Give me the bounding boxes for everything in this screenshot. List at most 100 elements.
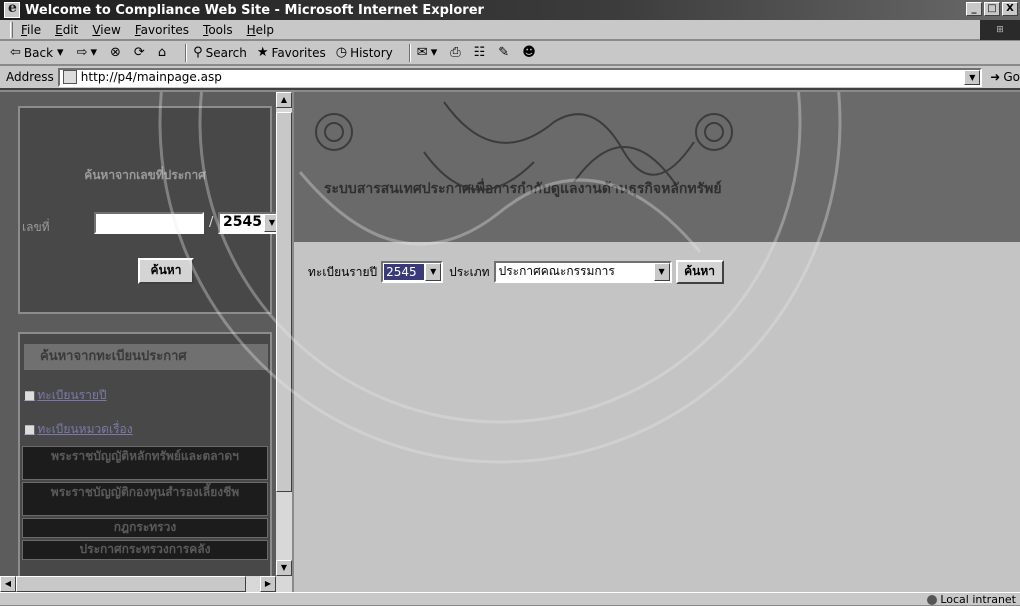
scroll-thumb[interactable] (276, 112, 292, 492)
messenger-icon: ☻ (522, 45, 536, 60)
ie-logo-icon (4, 0, 20, 18)
scroll-up-icon[interactable]: ▲ (276, 92, 292, 108)
favorites-icon: ★ (256, 45, 269, 60)
number-search-panel: ค้นหาจากเลขที่ประกาศ เลขที่ / 2545 ▼ ค้น… (18, 106, 282, 314)
go-arrow-icon: ➜ (990, 70, 1001, 84)
discuss-button[interactable]: ☷ (474, 45, 489, 60)
windows-throbber-icon: ⊞ (980, 20, 1020, 40)
toolbar-separator (185, 43, 188, 62)
type-dropdown-icon[interactable]: ▼ (653, 263, 670, 281)
go-button[interactable]: ➜ Go (990, 70, 1020, 84)
mail-icon: ✉ (416, 45, 428, 60)
history-icon: ◷ (335, 45, 348, 60)
edit-pencil-icon: ✎ (498, 45, 510, 60)
back-dropdown-icon: ▾ (57, 45, 64, 60)
menu-view[interactable]: View (92, 23, 120, 37)
go-label: Go (1003, 70, 1020, 84)
menu-grip (10, 21, 13, 38)
register-filter-form: ทะเบียนรายปี 2545 ▼ ประเภท ประกาศคณะกรรม… (308, 260, 724, 284)
register-year-select[interactable]: 2545 ▼ (381, 261, 444, 283)
title-bar: Welcome to Compliance Web Site - Microso… (0, 0, 1020, 20)
type-select[interactable]: ประกาศคณะกรรมการ ▼ (493, 261, 672, 283)
refresh-icon: ⟳ (133, 45, 145, 60)
address-label: Address (6, 70, 54, 84)
finance-ministry-notice-cell[interactable]: ประกาศกระทรวงการคลัง (22, 540, 268, 560)
address-bar: Address http://p4/mainpage.asp ▼ ➜ Go (0, 66, 1020, 90)
menu-file[interactable]: File (21, 23, 41, 37)
page-content: ค้นหาจากเลขที่ประกาศ เลขที่ / 2545 ▼ ค้น… (0, 92, 1020, 592)
history-label: History (350, 45, 393, 60)
favorites-label: Favorites (271, 45, 326, 60)
type-select-value: ประกาศคณะกรรมการ (498, 264, 615, 278)
h-scroll-thumb[interactable] (16, 576, 246, 592)
stop-icon: ⊗ (110, 45, 121, 60)
address-url: http://p4/mainpage.asp (80, 70, 222, 84)
provident-fund-act-cell[interactable]: พระราชบัญญัติกองทุนสำรองเลี้ยงชีพ (22, 482, 268, 516)
page-icon (62, 70, 77, 84)
close-button[interactable]: X (1002, 2, 1018, 16)
link-yearly-register[interactable]: ทะเบียนรายปี (24, 386, 106, 405)
address-dropdown-icon[interactable]: ▼ (964, 69, 981, 85)
maximize-button[interactable]: □ (984, 2, 1000, 16)
forward-arrow-icon: ⇨ (76, 45, 88, 60)
ministerial-regulation-cell[interactable]: กฎกระทรวง (22, 518, 268, 538)
edit-button[interactable]: ✎ (498, 45, 512, 60)
toolbar: ⇦ Back ▾ ⇨ ▾ ⊗ ⟳ ⌂ ⚲ Search ★ Favorites … (0, 41, 1020, 65)
address-input[interactable]: http://p4/mainpage.asp ▼ (57, 67, 983, 87)
window-title: Welcome to Compliance Web Site - Microso… (25, 2, 484, 18)
yearly-register-label: ทะเบียนรายปี (308, 264, 378, 279)
number-search-title: ค้นหาจากเลขที่ประกาศ (84, 168, 206, 182)
register-year-dropdown-icon[interactable]: ▼ (425, 263, 442, 281)
mail-dropdown-icon: ▾ (430, 45, 438, 60)
menu-help[interactable]: Help (247, 23, 274, 37)
minimize-button[interactable]: _ (966, 2, 982, 16)
stop-button[interactable]: ⊗ (110, 45, 124, 60)
left-frame: ค้นหาจากเลขที่ประกาศ เลขที่ / 2545 ▼ ค้น… (0, 92, 292, 592)
header-banner: ระบบสารสนเทศประกาศเพื่อการกำกับดูแลงานด้… (294, 92, 1020, 242)
mail-button[interactable]: ✉ ▾ (417, 45, 440, 60)
scroll-down-icon[interactable]: ▼ (276, 560, 292, 576)
menu-bar: File Edit View Favorites Tools Help ⊞ (0, 20, 1020, 40)
home-button[interactable]: ⌂ (158, 45, 169, 60)
print-button[interactable]: ⎙ (450, 45, 463, 60)
number-search-button[interactable]: ค้นหา (138, 258, 194, 284)
search-button[interactable]: ⚲ Search (193, 45, 247, 60)
discuss-icon: ☷ (473, 45, 486, 60)
menu-favorites[interactable]: Favorites (135, 23, 189, 37)
print-icon: ⎙ (450, 45, 461, 60)
status-bar: Local intranet (0, 592, 1020, 606)
messenger-button[interactable]: ☻ (522, 45, 539, 60)
zone-label: Local intranet (940, 593, 1016, 606)
securities-act-cell[interactable]: พระราชบัญญัติหลักทรัพย์และตลาดฯ (22, 446, 268, 480)
banner-title: ระบบสารสนเทศประกาศเพื่อการกำกับดูแลงานด้… (324, 181, 722, 197)
back-label: Back (23, 45, 54, 60)
favorites-button[interactable]: ★ Favorites (257, 45, 326, 60)
refresh-button[interactable]: ⟳ (134, 45, 148, 60)
register-search-title: ค้นหาจากทะเบียนประกาศ (24, 344, 268, 370)
link-category-register[interactable]: ทะเบียนหมวดเรื่อง (24, 420, 132, 439)
number-label: เลขที่ (22, 220, 50, 234)
window-controls: _ □ X (966, 2, 1018, 16)
number-slash: / (209, 215, 214, 230)
year-select-value: 2545 (223, 214, 262, 230)
announcement-number-input[interactable] (94, 212, 204, 234)
menu-tools[interactable]: Tools (203, 23, 233, 37)
left-vertical-scrollbar[interactable]: ▲ ▼ (276, 92, 292, 576)
right-frame: ระบบสารสนเทศประกาศเพื่อการกำกับดูแลงานด้… (294, 92, 1020, 592)
security-zone: Local intranet (927, 593, 1016, 606)
menu-edit[interactable]: Edit (55, 23, 78, 37)
year-select[interactable]: 2545 ▼ (218, 212, 282, 234)
register-year-value: 2545 (384, 264, 425, 280)
scroll-left-icon[interactable]: ◀ (0, 576, 16, 592)
forward-button[interactable]: ⇨ ▾ (77, 45, 100, 60)
type-label: ประเภท (449, 264, 490, 279)
register-search-button[interactable]: ค้นหา (675, 260, 724, 284)
back-button[interactable]: ⇦ Back ▾ (10, 45, 67, 60)
banner-ornament (315, 101, 733, 191)
intranet-globe-icon (927, 594, 938, 605)
home-icon: ⌂ (157, 45, 167, 60)
scroll-right-icon[interactable]: ▶ (260, 576, 276, 592)
forward-dropdown-icon: ▾ (90, 45, 98, 60)
left-horizontal-scrollbar[interactable]: ◀ ▶ (0, 576, 292, 592)
history-button[interactable]: ◷ History (336, 45, 393, 60)
